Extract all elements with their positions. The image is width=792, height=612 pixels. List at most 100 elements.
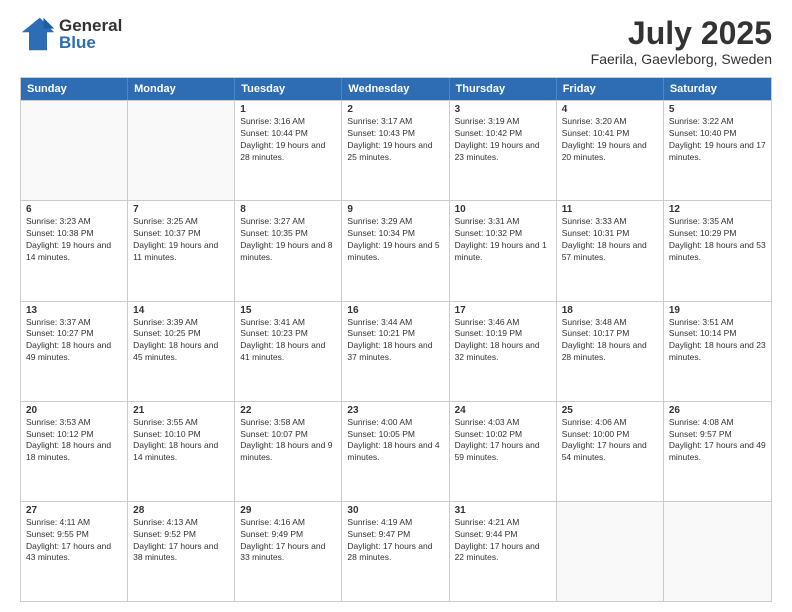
- table-row: [128, 101, 235, 200]
- cell-info-line: Sunset: 10:14 PM: [669, 328, 766, 340]
- table-row: 17Sunrise: 3:46 AMSunset: 10:19 PMDaylig…: [450, 302, 557, 401]
- cell-info-line: Sunset: 10:40 PM: [669, 128, 766, 140]
- cell-info-line: Sunrise: 3:22 AM: [669, 116, 766, 128]
- table-row: 19Sunrise: 3:51 AMSunset: 10:14 PMDaylig…: [664, 302, 771, 401]
- cell-info-line: Sunrise: 3:48 AM: [562, 317, 658, 329]
- cell-info-line: Daylight: 19 hours and 20 minutes.: [562, 140, 658, 164]
- table-row: 2Sunrise: 3:17 AMSunset: 10:43 PMDayligh…: [342, 101, 449, 200]
- cell-info-line: Sunrise: 4:06 AM: [562, 417, 658, 429]
- table-row: 10Sunrise: 3:31 AMSunset: 10:32 PMDaylig…: [450, 201, 557, 300]
- table-row: 4Sunrise: 3:20 AMSunset: 10:41 PMDayligh…: [557, 101, 664, 200]
- cell-info-line: Daylight: 17 hours and 54 minutes.: [562, 440, 658, 464]
- table-row: 8Sunrise: 3:27 AMSunset: 10:35 PMDayligh…: [235, 201, 342, 300]
- header: General Blue July 2025 Faerila, Gaevlebo…: [20, 16, 772, 67]
- table-row: 20Sunrise: 3:53 AMSunset: 10:12 PMDaylig…: [21, 402, 128, 501]
- day-number: 16: [347, 305, 443, 316]
- cell-info-line: Daylight: 18 hours and 4 minutes.: [347, 440, 443, 464]
- day-number: 1: [240, 104, 336, 115]
- table-row: 26Sunrise: 4:08 AMSunset: 9:57 PMDayligh…: [664, 402, 771, 501]
- calendar-body: 1Sunrise: 3:16 AMSunset: 10:44 PMDayligh…: [21, 100, 771, 601]
- cell-info-line: Daylight: 17 hours and 59 minutes.: [455, 440, 551, 464]
- cell-info-line: Sunrise: 4:19 AM: [347, 517, 443, 529]
- cell-info-line: Daylight: 19 hours and 8 minutes.: [240, 240, 336, 264]
- cell-info-line: Daylight: 19 hours and 14 minutes.: [26, 240, 122, 264]
- table-row: 11Sunrise: 3:33 AMSunset: 10:31 PMDaylig…: [557, 201, 664, 300]
- cell-info-line: Sunset: 10:02 PM: [455, 429, 551, 441]
- cell-info-line: Sunset: 10:19 PM: [455, 328, 551, 340]
- day-number: 24: [455, 405, 551, 416]
- table-row: 29Sunrise: 4:16 AMSunset: 9:49 PMDayligh…: [235, 502, 342, 601]
- cell-info-line: Daylight: 18 hours and 14 minutes.: [133, 440, 229, 464]
- cell-info-line: Sunrise: 3:46 AM: [455, 317, 551, 329]
- cell-info-line: Sunrise: 3:44 AM: [347, 317, 443, 329]
- day-number: 27: [26, 505, 122, 516]
- header-day-monday: Monday: [128, 78, 235, 100]
- cell-info-line: Sunset: 10:23 PM: [240, 328, 336, 340]
- cell-info-line: Sunrise: 3:17 AM: [347, 116, 443, 128]
- day-number: 9: [347, 204, 443, 215]
- table-row: 30Sunrise: 4:19 AMSunset: 9:47 PMDayligh…: [342, 502, 449, 601]
- day-number: 23: [347, 405, 443, 416]
- day-number: 13: [26, 305, 122, 316]
- day-number: 10: [455, 204, 551, 215]
- cell-info-line: Sunrise: 4:03 AM: [455, 417, 551, 429]
- cell-info-line: Daylight: 17 hours and 22 minutes.: [455, 541, 551, 565]
- table-row: 5Sunrise: 3:22 AMSunset: 10:40 PMDayligh…: [664, 101, 771, 200]
- cell-info-line: Daylight: 18 hours and 18 minutes.: [26, 440, 122, 464]
- cell-info-line: Sunrise: 3:51 AM: [669, 317, 766, 329]
- cell-info-line: Sunset: 10:32 PM: [455, 228, 551, 240]
- cell-info-line: Sunset: 9:52 PM: [133, 529, 229, 541]
- day-number: 7: [133, 204, 229, 215]
- calendar: SundayMondayTuesdayWednesdayThursdayFrid…: [20, 77, 772, 602]
- cell-info-line: Daylight: 17 hours and 49 minutes.: [669, 440, 766, 464]
- title-block: July 2025 Faerila, Gaevleborg, Sweden: [591, 16, 772, 67]
- cell-info-line: Sunset: 10:34 PM: [347, 228, 443, 240]
- cell-info-line: Daylight: 18 hours and 28 minutes.: [562, 340, 658, 364]
- header-day-friday: Friday: [557, 78, 664, 100]
- cell-info-line: Daylight: 18 hours and 23 minutes.: [669, 340, 766, 364]
- cell-info-line: Sunset: 10:43 PM: [347, 128, 443, 140]
- table-row: [664, 502, 771, 601]
- month-title: July 2025: [591, 16, 772, 51]
- cell-info-line: Daylight: 18 hours and 32 minutes.: [455, 340, 551, 364]
- cell-info-line: Sunset: 10:10 PM: [133, 429, 229, 441]
- cell-info-line: Sunset: 10:44 PM: [240, 128, 336, 140]
- header-day-thursday: Thursday: [450, 78, 557, 100]
- logo-wrapper: General Blue: [20, 16, 122, 52]
- week-row-1: 1Sunrise: 3:16 AMSunset: 10:44 PMDayligh…: [21, 100, 771, 200]
- table-row: 23Sunrise: 4:00 AMSunset: 10:05 PMDaylig…: [342, 402, 449, 501]
- cell-info-line: Daylight: 18 hours and 37 minutes.: [347, 340, 443, 364]
- cell-info-line: Daylight: 19 hours and 1 minute.: [455, 240, 551, 264]
- table-row: 24Sunrise: 4:03 AMSunset: 10:02 PMDaylig…: [450, 402, 557, 501]
- cell-info-line: Daylight: 19 hours and 28 minutes.: [240, 140, 336, 164]
- table-row: [557, 502, 664, 601]
- cell-info-line: Daylight: 17 hours and 33 minutes.: [240, 541, 336, 565]
- day-number: 26: [669, 405, 766, 416]
- day-number: 5: [669, 104, 766, 115]
- day-number: 4: [562, 104, 658, 115]
- cell-info-line: Sunrise: 3:53 AM: [26, 417, 122, 429]
- day-number: 30: [347, 505, 443, 516]
- cell-info-line: Sunrise: 3:25 AM: [133, 216, 229, 228]
- cell-info-line: Daylight: 18 hours and 49 minutes.: [26, 340, 122, 364]
- cell-info-line: Sunset: 10:21 PM: [347, 328, 443, 340]
- day-number: 3: [455, 104, 551, 115]
- day-number: 19: [669, 305, 766, 316]
- cell-info-line: Sunrise: 3:37 AM: [26, 317, 122, 329]
- cell-info-line: Sunrise: 4:00 AM: [347, 417, 443, 429]
- cell-info-line: Sunset: 10:37 PM: [133, 228, 229, 240]
- cell-info-line: Sunrise: 4:16 AM: [240, 517, 336, 529]
- day-number: 28: [133, 505, 229, 516]
- page: General Blue July 2025 Faerila, Gaevlebo…: [0, 0, 792, 612]
- table-row: 3Sunrise: 3:19 AMSunset: 10:42 PMDayligh…: [450, 101, 557, 200]
- day-number: 14: [133, 305, 229, 316]
- table-row: 18Sunrise: 3:48 AMSunset: 10:17 PMDaylig…: [557, 302, 664, 401]
- cell-info-line: Sunrise: 3:20 AM: [562, 116, 658, 128]
- table-row: 13Sunrise: 3:37 AMSunset: 10:27 PMDaylig…: [21, 302, 128, 401]
- cell-info-line: Sunset: 10:17 PM: [562, 328, 658, 340]
- cell-info-line: Sunrise: 4:11 AM: [26, 517, 122, 529]
- day-number: 31: [455, 505, 551, 516]
- day-number: 2: [347, 104, 443, 115]
- cell-info-line: Sunrise: 3:55 AM: [133, 417, 229, 429]
- header-day-saturday: Saturday: [664, 78, 771, 100]
